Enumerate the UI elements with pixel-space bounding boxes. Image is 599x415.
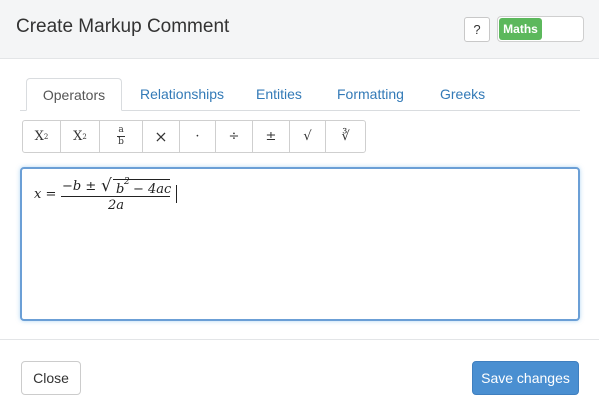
plus-minus-button[interactable]: ± [253,121,290,152]
formula-numerator-prefix: −b ± [62,179,97,194]
dialog-header: Create Markup Comment ? Maths [0,0,599,59]
subscript-sub: 2 [82,132,87,141]
tab-formatting[interactable]: Formatting [337,78,404,111]
radical-overline [113,179,170,180]
help-button[interactable]: ? [464,17,490,42]
tab-relationships[interactable]: Relationships [140,78,224,111]
subscript-button[interactable]: X2 [61,121,100,152]
dialog-title: Create Markup Comment [16,16,230,37]
sqrt-button[interactable]: √ [290,121,326,152]
operators-toolbar: X2 X2 a b × · ÷ ± √ ∛ [22,120,366,153]
times-button[interactable]: × [143,121,180,152]
fraction-numerator: a [118,125,124,135]
dot-button[interactable]: · [180,121,216,152]
text-caret [176,185,177,203]
superscript-button[interactable]: X2 [23,121,61,152]
radicand-exponent: 2 [124,177,130,187]
tab-greeks[interactable]: Greeks [440,78,485,111]
divide-button[interactable]: ÷ [216,121,253,152]
maths-toggle-label: Maths [499,18,542,40]
subscript-base: X [73,129,83,144]
radical-icon: √ [101,176,112,196]
close-button[interactable]: Close [21,361,81,395]
formula-editor[interactable]: x = −b ± √ b 2 − 4ac 2a [20,167,580,321]
fraction-line [61,196,170,197]
save-changes-button[interactable]: Save changes [472,361,579,395]
superscript-exp: 2 [43,132,49,141]
fraction-button[interactable]: a b [100,121,143,152]
tab-entities[interactable]: Entities [256,78,302,111]
formula-denominator: 2a [108,198,125,213]
superscript-base: X [34,129,44,144]
footer-divider [0,339,599,340]
cube-root-button[interactable]: ∛ [326,121,365,152]
radicand-rest: − 4ac [133,182,172,197]
maths-toggle[interactable]: Maths [497,16,584,42]
tab-operators[interactable]: Operators [26,78,122,111]
fraction-denominator: b [118,137,124,147]
formula-lhs: x = [34,187,57,202]
